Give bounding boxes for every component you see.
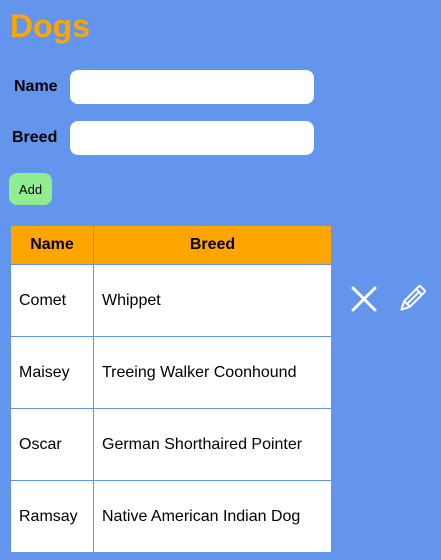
breed-label: Breed <box>12 129 58 146</box>
dog-breed-cell: Native American Indian Dog <box>93 480 332 553</box>
row-actions <box>348 283 428 317</box>
dog-breed-cell: Treeing Walker Coonhound <box>93 336 332 409</box>
breed-form-row: Breed <box>0 121 330 155</box>
dog-breed-cell: Whippet <box>93 264 332 337</box>
name-input[interactable] <box>70 70 314 104</box>
dog-name-cell: Comet <box>10 264 94 337</box>
column-header-name: Name <box>10 225 94 265</box>
dogs-table: Name Breed Comet Whippet Maisey Treeing … <box>10 225 332 553</box>
table-row[interactable]: Ramsay Native American Indian Dog <box>10 480 332 553</box>
column-header-breed: Breed <box>93 225 332 265</box>
add-button[interactable]: Add <box>9 173 52 205</box>
name-form-row: Name <box>0 70 330 104</box>
pencil-icon[interactable] <box>396 283 428 315</box>
table-row[interactable]: Maisey Treeing Walker Coonhound <box>10 336 332 409</box>
name-label: Name <box>14 78 58 95</box>
table-header-row: Name Breed <box>10 225 332 265</box>
page-title: Dogs <box>10 8 90 44</box>
dog-breed-cell: German Shorthaired Pointer <box>93 408 332 481</box>
breed-input[interactable] <box>70 121 314 155</box>
close-icon[interactable] <box>348 283 380 315</box>
table-row[interactable]: Comet Whippet <box>10 264 332 337</box>
table-row[interactable]: Oscar German Shorthaired Pointer <box>10 408 332 481</box>
dog-name-cell: Maisey <box>10 336 94 409</box>
dog-name-cell: Ramsay <box>10 480 94 553</box>
dog-name-cell: Oscar <box>10 408 94 481</box>
